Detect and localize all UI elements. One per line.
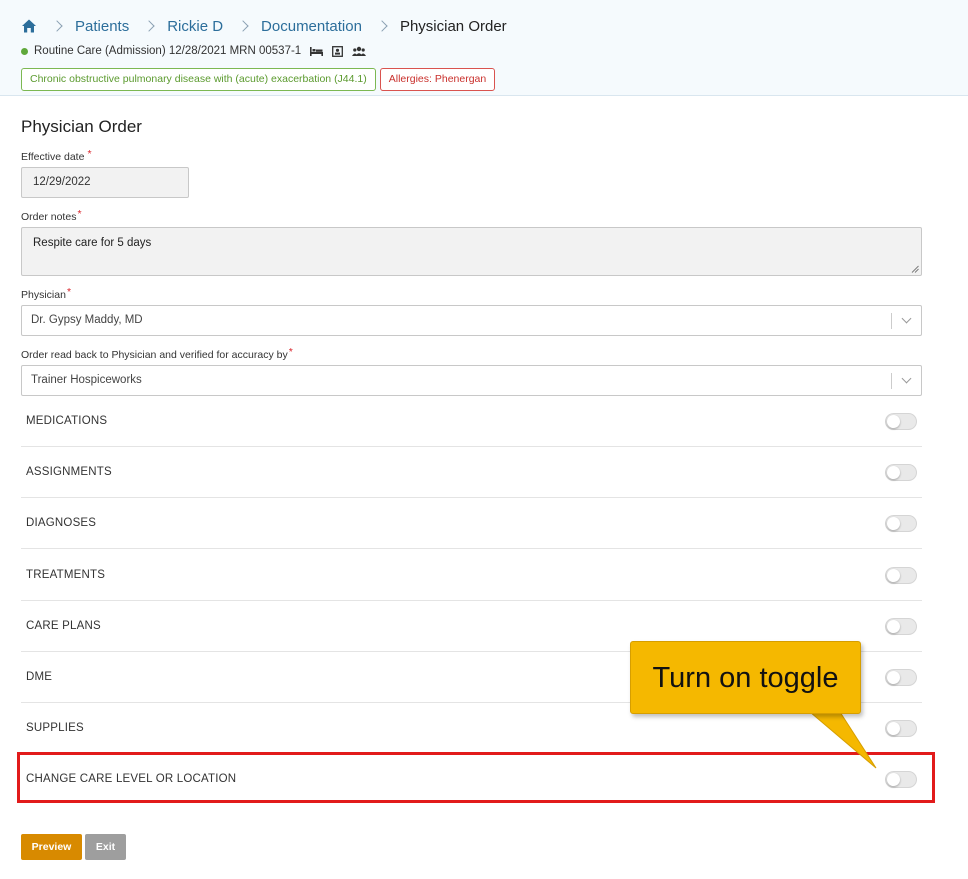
patient-status-line: Routine Care (Admission) 12/28/2021 MRN … <box>21 44 367 58</box>
resize-handle-icon[interactable] <box>911 265 919 273</box>
select-divider <box>891 313 892 329</box>
instruction-callout: Turn on toggle <box>630 641 861 714</box>
breadcrumb-patient-name[interactable]: Rickie D <box>167 18 223 35</box>
chevron-down-icon[interactable] <box>901 373 912 384</box>
physician-select[interactable]: Dr. Gypsy Maddy, MD <box>21 305 922 336</box>
page-title: Physician Order <box>21 117 142 136</box>
section-diagnoses: DIAGNOSES <box>21 498 922 549</box>
chevron-right-icon <box>143 20 155 32</box>
medications-toggle[interactable] <box>885 413 917 430</box>
callout-pointer <box>809 712 877 769</box>
order-notes-label-text: Order notes <box>21 211 77 223</box>
chevron-right-icon <box>376 20 388 32</box>
chevron-right-icon <box>237 20 249 32</box>
section-label: DME <box>26 671 53 683</box>
effective-date-label-text: Effective date <box>21 151 85 163</box>
treatments-toggle[interactable] <box>885 567 917 584</box>
highlight-box <box>17 752 935 803</box>
patient-header: Patients Rickie D Documentation Physicia… <box>0 0 968 96</box>
patient-tags: Chronic obstructive pulmonary disease wi… <box>21 68 496 91</box>
allergy-badge[interactable]: Allergies: Phenergan <box>379 68 496 91</box>
select-divider <box>891 373 892 389</box>
toggle-knob <box>887 415 900 428</box>
order-notes-value: Respite care for 5 days <box>33 237 152 249</box>
supplies-toggle[interactable] <box>885 720 917 737</box>
toggle-knob <box>887 466 900 479</box>
toggle-knob <box>887 671 900 684</box>
people-icon[interactable] <box>352 46 367 57</box>
effective-date-label: Effective date * <box>21 148 92 163</box>
assignments-toggle[interactable] <box>885 464 917 481</box>
breadcrumb-patients[interactable]: Patients <box>75 18 129 35</box>
chevron-right-icon <box>51 20 63 32</box>
verified-by-value: Trainer Hospiceworks <box>31 374 142 386</box>
section-assignments: ASSIGNMENTS <box>21 447 922 498</box>
section-label: MEDICATIONS <box>26 415 108 427</box>
home-icon[interactable] <box>21 18 37 34</box>
verified-by-select[interactable]: Trainer Hospiceworks <box>21 365 922 396</box>
breadcrumb: Patients Rickie D Documentation Physicia… <box>21 16 507 36</box>
bed-icon[interactable] <box>310 46 324 57</box>
chevron-down-icon[interactable] <box>901 313 912 324</box>
callout-text: Turn on toggle <box>652 662 839 694</box>
required-mark: * <box>288 346 293 358</box>
breadcrumb-documentation[interactable]: Documentation <box>261 18 362 35</box>
section-label: CARE PLANS <box>26 620 101 632</box>
contact-card-icon[interactable] <box>332 45 344 57</box>
breadcrumb-current: Physician Order <box>399 17 507 35</box>
order-notes-label: Order notes* <box>21 208 82 223</box>
order-notes-textarea[interactable]: Respite care for 5 days <box>21 227 922 276</box>
verified-by-label: Order read back to Physician and verifie… <box>21 346 293 361</box>
diagnosis-badge[interactable]: Chronic obstructive pulmonary disease wi… <box>21 68 376 91</box>
section-label: TREATMENTS <box>26 569 106 581</box>
patient-status-text: Routine Care (Admission) 12/28/2021 MRN … <box>34 45 302 57</box>
physician-label-text: Physician <box>21 289 66 301</box>
required-mark: * <box>77 208 82 220</box>
toggle-knob <box>887 569 900 582</box>
section-label: SUPPLIES <box>26 722 84 734</box>
section-label: ASSIGNMENTS <box>26 466 112 478</box>
required-mark: * <box>87 148 92 160</box>
section-medications: MEDICATIONS <box>21 396 922 447</box>
status-dot <box>21 47 28 55</box>
physician-label: Physician* <box>21 286 72 301</box>
toggle-knob <box>887 722 900 735</box>
care-plans-toggle[interactable] <box>885 618 917 635</box>
required-mark: * <box>66 286 72 298</box>
physician-value: Dr. Gypsy Maddy, MD <box>31 314 143 326</box>
section-label: DIAGNOSES <box>26 517 97 529</box>
toggle-knob <box>887 620 900 633</box>
toggle-knob <box>887 517 900 530</box>
section-treatments: TREATMENTS <box>21 550 922 601</box>
dme-toggle[interactable] <box>885 669 917 686</box>
preview-button[interactable]: Preview <box>21 834 82 860</box>
verified-by-label-text: Order read back to Physician and verifie… <box>21 349 288 361</box>
effective-date-field[interactable]: 12/29/2022 <box>21 167 189 198</box>
diagnoses-toggle[interactable] <box>885 515 917 532</box>
exit-button[interactable]: Exit <box>85 834 126 860</box>
